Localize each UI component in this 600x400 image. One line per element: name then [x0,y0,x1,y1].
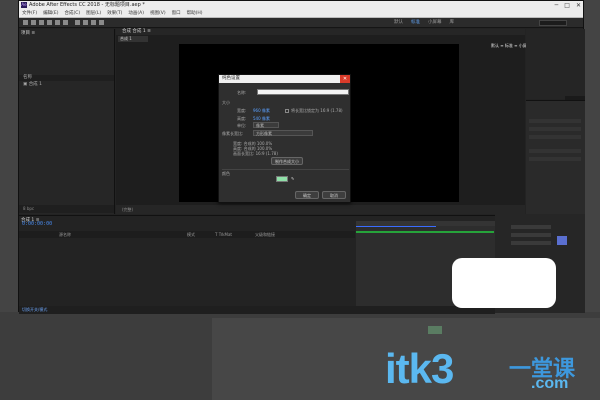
width-value[interactable]: 960 像素 [253,108,270,114]
ok-button[interactable]: 确定 [295,191,319,199]
menu-file[interactable]: 文件(F) [22,10,37,17]
window-title: Adobe After Effects CC 2018 - 无标题项目.aep … [29,2,145,8]
project-panel: 项目 ≡ 名称 ▣ 合成 1 8 bpc [19,29,115,214]
unit-select[interactable]: 像素 [253,122,279,128]
info-label: 默认 ≡ 标准 ≡ 小屏幕 [491,43,531,48]
workspace-tab-library[interactable]: 库 [450,19,455,27]
home-icon[interactable] [23,20,28,25]
effects-row[interactable] [529,157,581,161]
work-area-bar[interactable] [356,226,436,227]
menu-window[interactable]: 窗口 [172,10,181,17]
workspace-tabs: 默认 标准 小屏幕 库 [394,19,454,27]
title-bar: Ae Adobe After Effects CC 2018 - 无标题项目.a… [19,1,583,10]
par-select-value: 方形像素 [256,131,272,136]
timeline-panel: 合成 1 ≡ 0:00:00:00 源名称 模式 T TrkMat 父级和链接 … [19,215,495,314]
project-tab[interactable]: 项目 ≡ [21,30,35,36]
brush-tool-icon[interactable] [91,20,96,25]
effects-row[interactable] [529,119,581,123]
solid-settings-dialog: 纯色设置 ✕ 名称: 大小 宽度: 960 像素 将长宽比锁定为 16:9 (1… [218,74,351,203]
name-label: 名称: [237,90,247,95]
timeline-col-source-name[interactable]: 源名称 [59,231,71,238]
composition-footer[interactable]: (完整) [116,205,525,214]
timeline-col-mode[interactable]: 模式 [187,231,195,238]
workspace-tab-small-screen[interactable]: 小屏幕 [428,19,442,27]
eyedropper-icon[interactable]: ✎ [291,176,294,181]
composition-tab[interactable]: 合成 合成 1 ≡ [116,29,525,35]
menu-animation[interactable]: 动画(A) [128,10,144,17]
size-label: 大小 [222,100,230,105]
lock-aspect-checkbox[interactable] [285,109,289,113]
menu-help[interactable]: 帮助(H) [187,10,203,17]
project-col-name[interactable]: 名称 [23,75,32,80]
color-swatch[interactable] [276,176,288,182]
dialog-title: 纯色设置 [219,75,350,83]
background-right [584,0,600,312]
pen-tool-icon[interactable] [75,20,80,25]
effects-row[interactable] [529,149,581,153]
workspace-tab-standard[interactable]: 标准 [411,19,420,27]
character-row[interactable] [511,241,551,245]
menu-layer[interactable]: 图层(L) [86,10,101,17]
tool-bar: 默认 标准 小屏幕 库 [19,18,583,28]
menu-bar: 文件(F) 编辑(E) 合成(C) 图层(L) 效果(T) 动画(A) 视图(V… [19,10,583,18]
watermark-com: .com [531,375,569,392]
project-item-label: 合成 1 [28,82,42,87]
name-input[interactable] [257,89,349,95]
menu-edit[interactable]: 编辑(E) [43,10,58,17]
unit-label: 单位: [237,123,247,128]
maximize-button[interactable]: □ [564,1,570,10]
menu-composition[interactable]: 合成(C) [64,10,80,17]
project-footer[interactable]: 8 bpc [19,205,114,213]
info-aspect: 画面长宽比: 16:9 (1.78) [233,151,278,156]
width-label: 宽度: [237,108,247,113]
redaction-blob [452,258,556,308]
menu-view[interactable]: 视图(V) [150,10,166,17]
workspace-tab-default[interactable]: 默认 [394,19,403,27]
ae-logo-icon: Ae [21,2,27,8]
minimize-button[interactable]: ─ [555,1,559,10]
par-select[interactable]: 方形像素 [253,130,313,136]
layer-bar[interactable] [356,231,494,233]
camera-tool-icon[interactable] [63,20,68,25]
background-swatch-blur [428,326,442,334]
timeline-column-header: 源名称 模式 T TrkMat 父级和链接 [19,231,355,238]
timeline-col-parent[interactable]: 父级和链接 [255,231,275,238]
project-item[interactable]: ▣ 合成 1 [19,82,114,88]
zoom-tool-icon[interactable] [47,20,52,25]
timeline-col-trkmat[interactable]: T TrkMat [215,231,232,238]
effects-row[interactable] [529,135,581,139]
timeline-footer[interactable]: 切换开关/模式 [19,306,495,314]
height-label: 高度: [237,116,247,121]
make-comp-size-button[interactable]: 制作合成大小 [271,157,303,165]
character-row[interactable] [511,233,551,237]
character-row[interactable] [511,225,551,229]
search-help-input[interactable] [539,20,567,26]
text-tool-icon[interactable] [83,20,88,25]
dialog-close-button[interactable]: ✕ [340,75,350,83]
unit-select-value: 像素 [256,123,264,128]
window-controls: ─ □ ✕ [555,1,581,10]
timecode-display[interactable]: 0:00:00:00 [22,221,52,227]
rotate-tool-icon[interactable] [55,20,60,25]
watermark-logo: itk3 一堂课 .com [385,345,595,397]
menu-effect[interactable]: 效果(T) [107,10,122,17]
character-option-button[interactable] [557,236,567,245]
composition-sub-tab[interactable]: 合成 1 [118,36,148,42]
cancel-button[interactable]: 取消 [322,191,346,199]
watermark-domain: itk3 [385,345,454,392]
color-label: 颜色 [222,171,230,176]
info-panel [526,29,585,99]
par-label: 像素长宽比: [222,131,244,136]
project-column-header: 名称 [19,75,114,81]
selection-tool-icon[interactable] [31,20,36,25]
close-button[interactable]: ✕ [576,1,581,10]
hand-tool-icon[interactable] [39,20,44,25]
lock-aspect-label: 将长宽比锁定为 16:9 (1.78) [291,108,343,113]
effects-row[interactable] [529,127,581,131]
dialog-divider [222,169,349,170]
stamp-tool-icon[interactable] [99,20,104,25]
